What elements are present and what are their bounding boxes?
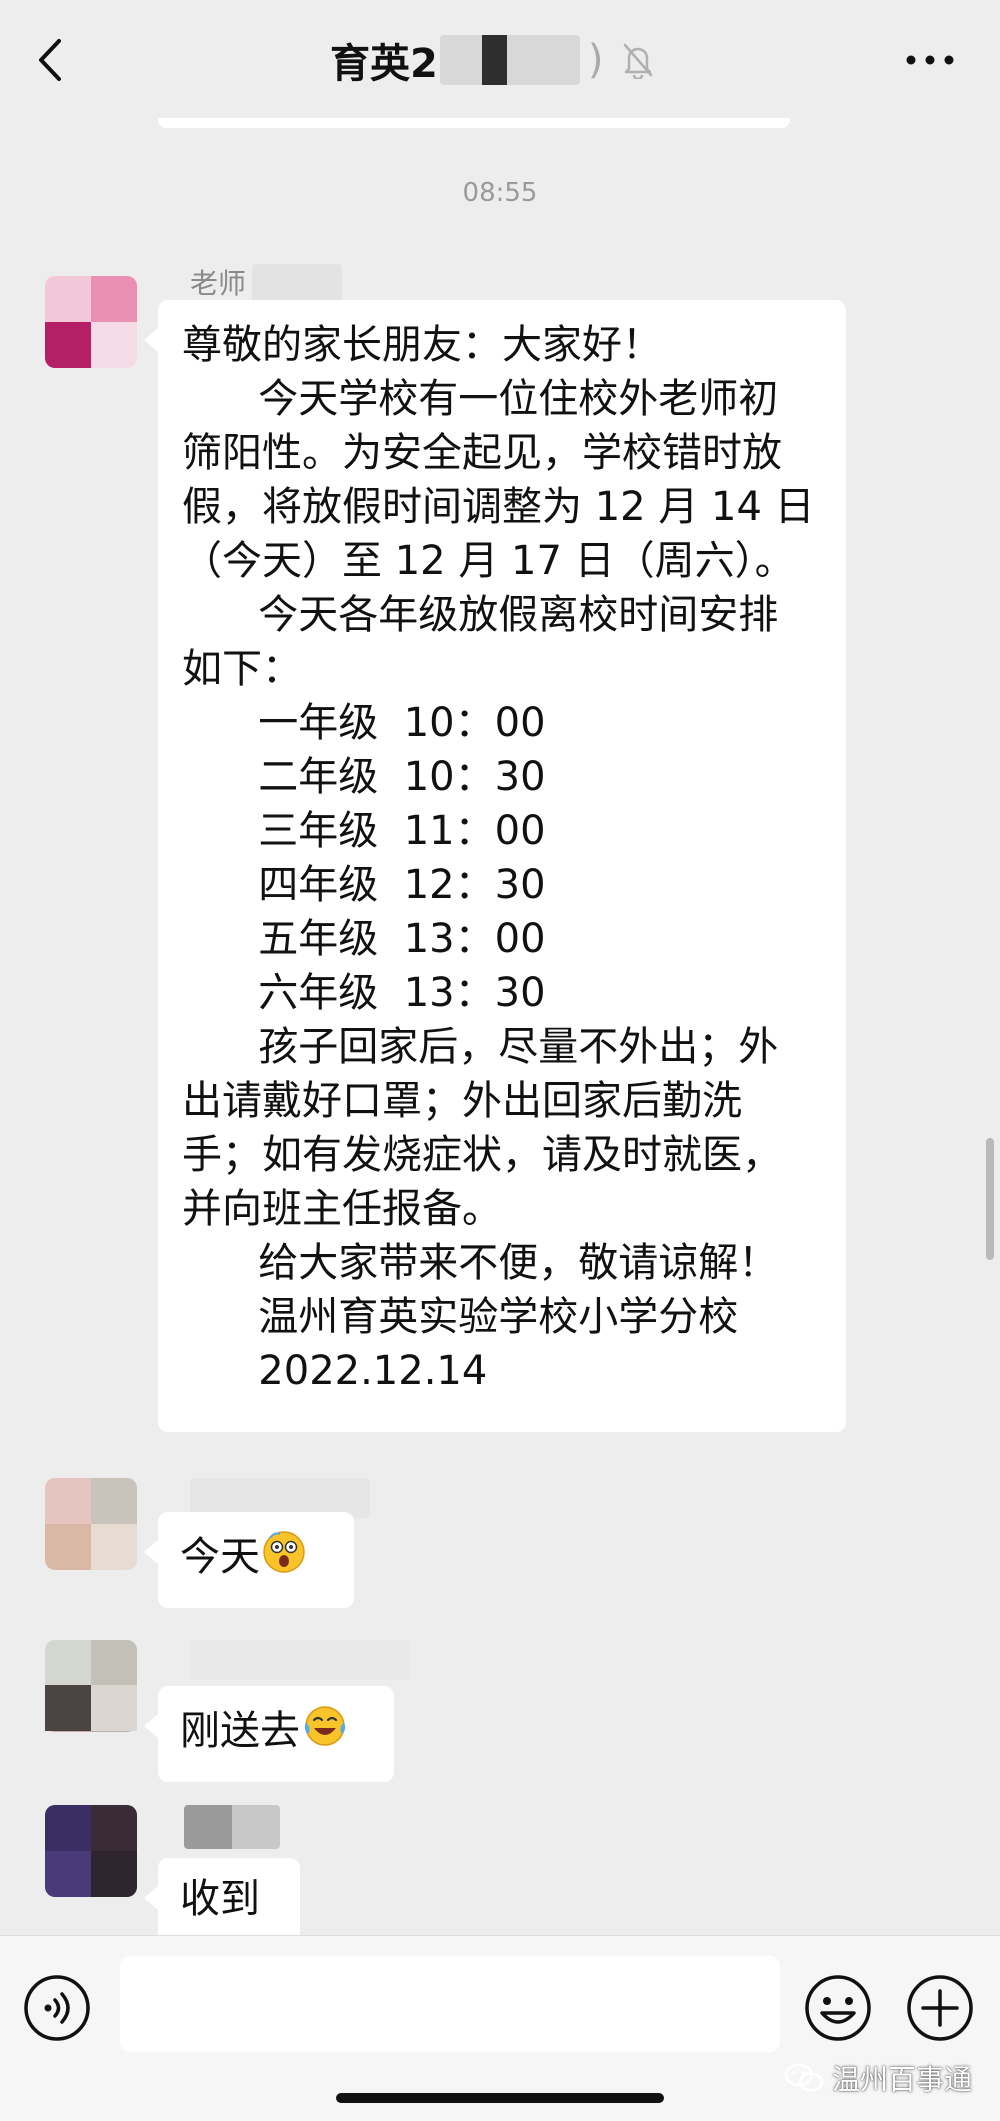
avatar[interactable] bbox=[45, 276, 137, 368]
avatar-lower bbox=[45, 1685, 137, 1731]
sender-name-redaction bbox=[190, 1640, 410, 1680]
message-line: 筛阳性。为安全起见，学校错时放 bbox=[182, 430, 782, 476]
message-line: 并向班主任报备。 bbox=[182, 1186, 502, 1232]
title-paren: ) bbox=[587, 37, 604, 83]
message-line: 二年级 10：30 bbox=[182, 754, 546, 800]
watermark-text: 温州百事通 bbox=[831, 2063, 972, 2096]
wechat-icon bbox=[784, 2062, 824, 2094]
message-line: 2022.12.14 bbox=[182, 1348, 488, 1394]
message-line: 六年级 13：30 bbox=[182, 970, 546, 1016]
message-text: 尊敬的家长朋友：大家好！ 今天学校有一位住校外老师初 筛阳性。为安全起见，学校错时… bbox=[182, 318, 822, 1398]
chat-title: 育英2 ) bbox=[330, 28, 655, 92]
message-line: 温州育英实验学校小学分校 bbox=[182, 1294, 739, 1340]
message-line: 四年级 12：30 bbox=[182, 862, 546, 908]
crying-laughing-emoji bbox=[302, 1704, 348, 1762]
voice-input-button[interactable] bbox=[22, 1973, 92, 2047]
sender-name-redaction bbox=[252, 264, 342, 304]
smiley-icon bbox=[805, 1975, 871, 2041]
message-line: 一年级 10：00 bbox=[182, 700, 546, 746]
previous-message-bubble-edge bbox=[158, 118, 790, 128]
message-line: 假，将放假时间调整为 12 月 14 日 bbox=[182, 484, 815, 530]
message-timestamp: 08:55 bbox=[462, 178, 538, 208]
message-bubble[interactable]: 刚送去 bbox=[144, 1686, 394, 1782]
chat-title-text: 育英2 bbox=[330, 41, 438, 87]
message-line: 五年级 13：00 bbox=[182, 916, 546, 962]
message-text: 今天 bbox=[180, 1534, 260, 1580]
title-redaction-mosaic bbox=[439, 35, 580, 85]
back-button[interactable] bbox=[30, 30, 70, 90]
message-line: 今天各年级放假离校时间安排 bbox=[182, 592, 779, 638]
chevron-left-icon bbox=[39, 39, 61, 81]
plus-icon bbox=[907, 1975, 973, 2041]
sender-name-redaction bbox=[184, 1805, 280, 1849]
message-line: 手；如有发烧症状，请及时就医， bbox=[182, 1132, 782, 1178]
more-dots-icon bbox=[906, 55, 954, 65]
sender-name: 老师 bbox=[190, 267, 247, 300]
message-line: 三年级 11：00 bbox=[182, 808, 546, 854]
message-input[interactable] bbox=[120, 1956, 780, 2052]
avatar[interactable] bbox=[45, 1805, 137, 1897]
more-functions-button[interactable] bbox=[905, 1973, 975, 2047]
mute-bell-icon bbox=[621, 41, 655, 79]
chat-header: 育英2 ) bbox=[0, 0, 1000, 120]
voice-icon bbox=[24, 1975, 90, 2041]
message-bubble[interactable]: 尊敬的家长朋友：大家好！ 今天学校有一位住校外老师初 筛阳性。为安全起见，学校错时… bbox=[144, 300, 846, 1432]
message-line: 如下： bbox=[182, 646, 302, 692]
message-line: 尊敬的家长朋友：大家好！ bbox=[182, 322, 662, 368]
message-bubble[interactable]: 今天 bbox=[144, 1512, 354, 1608]
watermark: 温州百事通 bbox=[784, 2058, 972, 2098]
message-line: （今天）至 12 月 17 日（周六）。 bbox=[182, 538, 795, 584]
message-text: 收到 bbox=[180, 1876, 260, 1922]
message-line: 孩子回家后，尽量不外出；外 bbox=[182, 1024, 779, 1070]
message-bubble[interactable]: 收到 bbox=[144, 1858, 300, 1942]
home-indicator bbox=[336, 2093, 664, 2103]
emoji-button[interactable] bbox=[803, 1973, 873, 2047]
avatar[interactable] bbox=[45, 1478, 137, 1570]
shocked-emoji bbox=[262, 1530, 306, 1588]
scrollbar-thumb[interactable] bbox=[986, 1138, 994, 1260]
more-options-button[interactable] bbox=[900, 40, 960, 80]
message-line: 出请戴好口罩；外出回家后勤洗 bbox=[182, 1078, 742, 1124]
message-text: 刚送去 bbox=[180, 1708, 300, 1754]
message-line: 给大家带来不便，敬请谅解！ bbox=[182, 1240, 779, 1286]
message-line: 今天学校有一位住校外老师初 bbox=[182, 376, 779, 422]
